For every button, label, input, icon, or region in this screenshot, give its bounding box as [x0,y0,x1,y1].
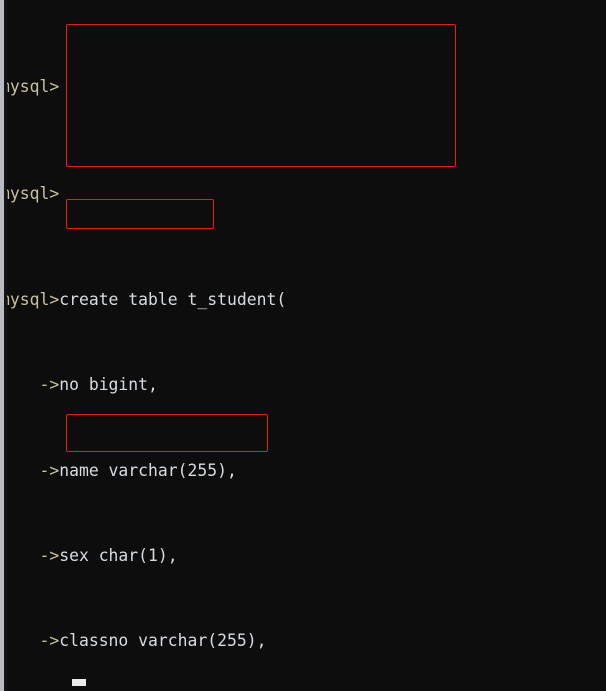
continuation-prompt: -> [0,545,60,565]
terminal-line-idle-prompt: mysql> [0,183,606,204]
create-stmt-line-2: no bigint, [59,375,158,395]
continuation-prompt: -> [0,375,60,395]
terminal-line-create-5: ->classno varchar(255), [0,630,606,651]
create-stmt-line-3: name varchar(255), [59,460,237,480]
create-stmt-line-4: sex char(1), [59,545,178,565]
terminal-line-create-4: ->sex char(1), [0,545,606,566]
terminal-line-create-2: ->no bigint, [0,374,606,395]
terminal-output-area[interactable]: mysql> mysql> mysql>create table t_stude… [0,0,606,691]
continuation-prompt: -> [0,630,60,650]
terminal-line-clipped-prompt: mysql> [0,76,606,97]
create-stmt-line-1: create table t_student( [59,290,287,310]
continuation-prompt: -> [0,460,60,480]
mysql-terminal-window[interactable]: mysql> mysql> mysql>create table t_stude… [0,0,606,691]
window-left-edge-shadow [4,0,7,691]
text-cursor [72,679,86,686]
prompt-symbol: mysql> [0,183,60,203]
prompt-symbol: mysql> [0,77,60,97]
create-stmt-line-5: classno varchar(255), [59,630,267,650]
terminal-line-create-3: ->name varchar(255), [0,460,606,481]
prompt-symbol: mysql> [0,290,60,310]
terminal-line-create-1: mysql>create table t_student( [0,289,606,310]
